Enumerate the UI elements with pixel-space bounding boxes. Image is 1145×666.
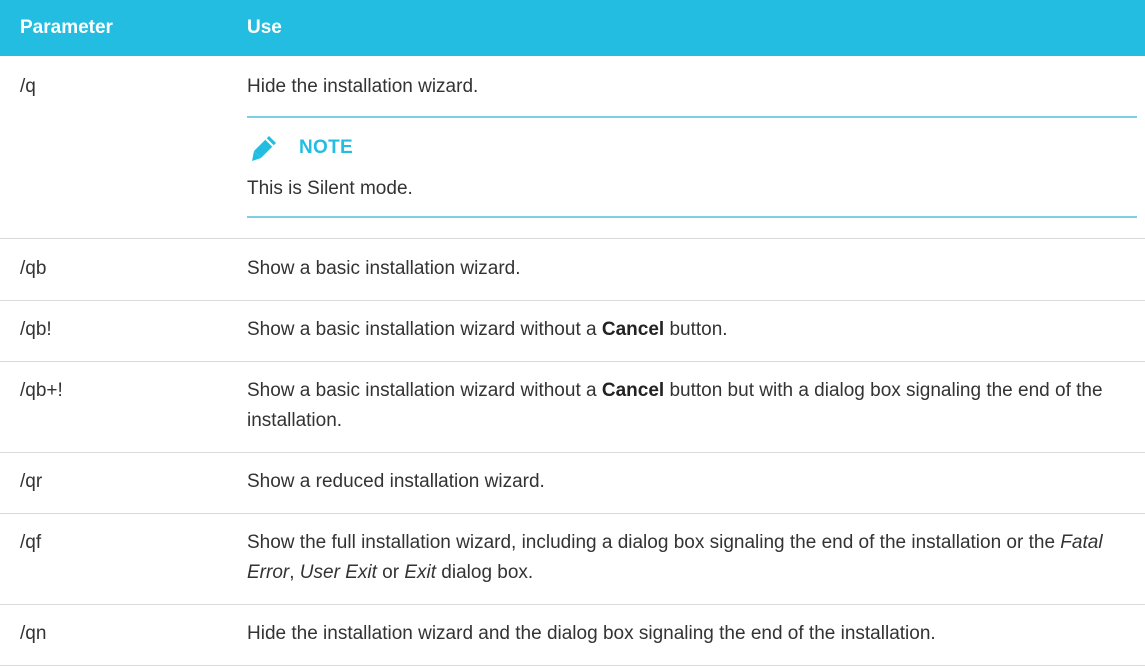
table-row: /qf Show the full installation wizard, i…: [0, 514, 1145, 605]
note-text: This is Silent mode.: [247, 178, 413, 199]
note-box: NOTE This is Silent mode.: [247, 116, 1137, 218]
param-cell: /qb+!: [20, 380, 63, 401]
param-cell: /qn: [20, 623, 47, 644]
table-row: /qb+! Show a basic installation wizard w…: [0, 362, 1145, 453]
pencil-icon: [252, 136, 276, 161]
table-header: Parameter Use: [0, 0, 1145, 56]
param-cell: /qb!: [20, 319, 52, 340]
use-cell: Hide the installation wizard. NOTE This …: [247, 72, 1137, 218]
parameter-table: Parameter Use /q Hide the installation w…: [0, 0, 1145, 666]
use-cell: Show the full installation wizard, inclu…: [247, 532, 1103, 583]
param-cell: /q: [20, 76, 36, 97]
table-row: /qb! Show a basic installation wizard wi…: [0, 301, 1145, 362]
table-row: /qb Show a basic installation wizard.: [0, 239, 1145, 301]
cancel-label: Cancel: [601, 319, 665, 340]
table-row: /q Hide the installation wizard. NOTE Th…: [0, 56, 1145, 239]
table-row: /qn Hide the installation wizard and the…: [0, 605, 1145, 666]
use-cell: Hide the installation wizard and the dia…: [247, 623, 936, 644]
table-row: /qr Show a reduced installation wizard.: [0, 453, 1145, 514]
use-cell: Show a basic installation wizard.: [247, 258, 521, 279]
note-title: NOTE: [299, 137, 353, 158]
param-cell: /qr: [20, 471, 43, 492]
param-cell: /qf: [20, 532, 42, 553]
use-cell: Show a reduced installation wizard.: [247, 471, 545, 492]
use-cell: Show a basic installation wizard without…: [247, 319, 728, 340]
use-cell: Show a basic installation wizard without…: [247, 380, 1103, 431]
use-text: Hide the installation wizard.: [247, 76, 479, 97]
param-cell: /qb: [20, 258, 47, 279]
header-parameter: Parameter: [20, 17, 113, 38]
cancel-label: Cancel: [601, 380, 665, 401]
header-use: Use: [247, 17, 282, 38]
note-header: NOTE: [247, 132, 1137, 164]
